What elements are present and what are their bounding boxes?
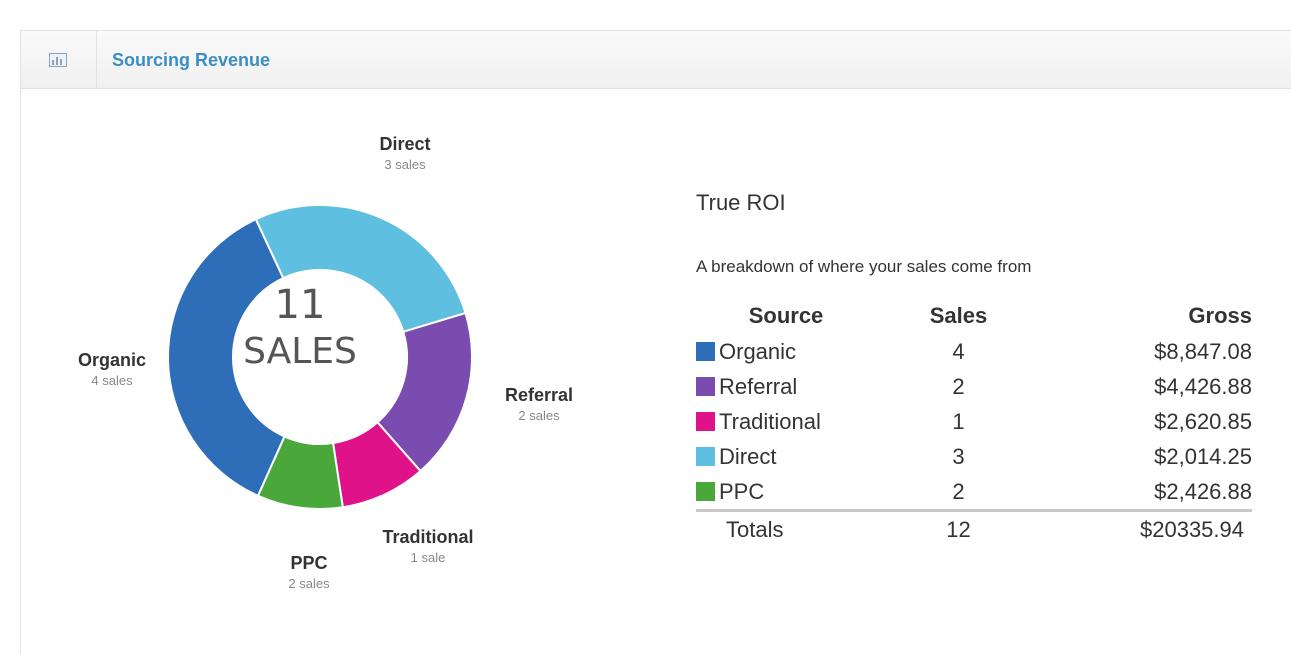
color-swatch	[696, 411, 715, 431]
color-swatch	[696, 481, 715, 501]
column-header-source: Source	[748, 303, 824, 328]
source-cell: Direct	[696, 439, 876, 474]
totals-gross: $20335.94	[1041, 509, 1252, 548]
column-header-gross: Gross	[1188, 303, 1252, 328]
gross-cell: $4,426.88	[1154, 373, 1252, 399]
table-row: Referral 2 $4,426.88	[696, 369, 1252, 404]
source-name: Traditional	[719, 408, 821, 434]
gross-cell: $2,014.25	[1154, 443, 1252, 469]
segment-label-name: Traditional	[382, 527, 474, 547]
source-cell: Traditional	[696, 404, 876, 439]
source-cell: Organic	[696, 334, 876, 369]
gross-cell: $8,847.08	[1154, 338, 1252, 364]
roi-header-row: Source Sales Gross	[696, 298, 1252, 334]
roi-table: Source Sales Gross Organic 4 $8,847.08 R…	[696, 298, 1252, 548]
panel-title[interactable]: Sourcing Revenue	[112, 50, 270, 71]
chart-icon	[49, 53, 67, 67]
sales-cell: 3	[952, 443, 965, 469]
gross-cell: $2,620.85	[1154, 408, 1252, 434]
segment-label-sales: 2 sales	[518, 408, 560, 423]
table-row: Traditional 1 $2,620.85	[696, 404, 1252, 439]
source-name: Organic	[719, 338, 797, 364]
source-cell: Referral	[696, 369, 876, 404]
color-swatch	[696, 376, 715, 396]
table-row: Direct 3 $2,014.25	[696, 439, 1252, 474]
donut-center-label: SALES	[243, 331, 357, 372]
table-row: Organic 4 $8,847.08	[696, 334, 1252, 369]
sales-cell: 1	[952, 408, 965, 434]
segment-label-name: Organic	[77, 350, 147, 370]
source-cell: PPC	[696, 474, 876, 511]
donut-center-count: 11	[274, 282, 326, 328]
segment-label-ppc: PPC 2 sales	[229, 552, 389, 594]
sales-cell: 2	[952, 373, 965, 399]
totals-sales: 12	[876, 509, 1041, 548]
header-icon-cell	[21, 31, 97, 88]
source-name: PPC	[719, 478, 765, 504]
segment-label-sales: 2 sales	[288, 576, 330, 591]
roi-subtitle: A breakdown of where your sales come fro…	[696, 257, 1032, 276]
segment-label-direct: Direct 3 sales	[325, 133, 485, 175]
table-row: PPC 2 $2,426.88	[696, 474, 1252, 511]
color-swatch	[696, 446, 715, 466]
gross-cell: $2,426.88	[1154, 478, 1252, 504]
segment-label-sales: 4 sales	[91, 373, 133, 388]
totals-label: Totals	[696, 509, 876, 548]
segment-label-referral: Referral 2 sales	[459, 384, 619, 426]
source-name: Direct	[719, 443, 777, 469]
segment-label-sales: 3 sales	[384, 157, 426, 172]
source-name: Referral	[719, 373, 798, 399]
column-header-sales: Sales	[929, 303, 988, 328]
sales-cell: 2	[952, 478, 965, 504]
segment-label-name: Referral	[504, 385, 574, 405]
panel-header: Sourcing Revenue	[21, 31, 1291, 89]
color-swatch	[696, 341, 715, 361]
segment-label-name: Direct	[379, 134, 431, 154]
sales-cell: 4	[952, 338, 965, 364]
totals-row: Totals 12 $20335.94	[696, 509, 1252, 548]
segment-label-name: PPC	[290, 553, 328, 573]
segment-label-organic: Organic 4 sales	[32, 349, 192, 391]
roi-title: True ROI	[696, 190, 786, 215]
